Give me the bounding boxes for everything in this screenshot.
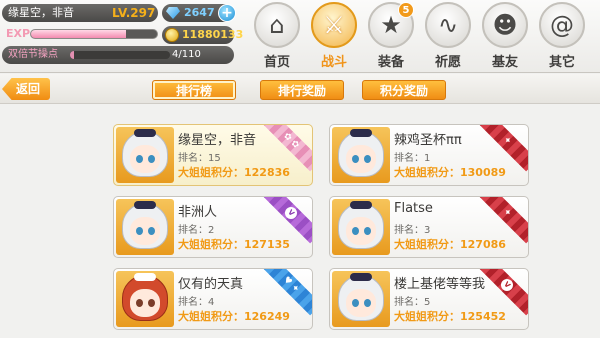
diamond-icon [166, 7, 180, 19]
tab-points-rewards[interactable]: 积分奖励 [362, 80, 446, 100]
nav-home-circle: ⌂ [254, 2, 300, 48]
gold-count: 11880133 [182, 28, 244, 41]
tab-leaderboard[interactable]: 排行榜 [152, 80, 236, 100]
nav-wish-circle: ∿ [425, 2, 471, 48]
player-name: Flatse [394, 201, 433, 216]
score-text: 大姐姐积分：125452 [394, 310, 506, 323]
nav-other-circle: @ [539, 2, 585, 48]
sub-toolbar: 返回 排行榜 排行奖励 积分奖励 [0, 74, 600, 104]
score-text: 大姐姐积分：122836 [178, 166, 290, 179]
score-text: 大姐姐积分：130089 [394, 166, 506, 179]
top-status-bar: 缘星空，非音 LV.297 2647 + EXP 11880133 双倍节操点 … [0, 0, 600, 73]
home-icon: ⌂ [269, 11, 285, 39]
avatar [116, 127, 174, 183]
wish-icon: ∿ [437, 11, 459, 39]
tab-rank-rewards[interactable]: 排行奖励 [260, 80, 344, 100]
double-points-bar-fill [70, 51, 74, 59]
exp-bar [30, 29, 158, 39]
gold-coin-icon [165, 28, 179, 42]
friend-icon: ☻ [492, 11, 518, 39]
double-points-count: 4/110 [172, 49, 201, 60]
rank-text: 排名：5 [394, 297, 431, 308]
avatar [116, 199, 174, 255]
rank-text: 排名：2 [178, 225, 215, 236]
nav-battle[interactable]: ⚔ 战斗 [309, 2, 359, 72]
avatar [332, 199, 390, 255]
ranking-card[interactable]: 楼上基佬等等我 排名：5 大姐姐积分：125452 V [329, 268, 529, 330]
vip-icon: V [282, 204, 300, 222]
score-text: 大姐姐积分：127135 [178, 238, 290, 251]
nav-equipment-circle: ★ 5 [368, 2, 414, 48]
nav-home[interactable]: ⌂ 首页 [252, 2, 302, 72]
avatar [332, 271, 390, 327]
ranking-card[interactable]: 非洲人 排名：2 大姐姐积分：127135 V [113, 196, 313, 258]
nav-friends-circle: ☻ [482, 2, 528, 48]
gem-count: 2647 [184, 6, 215, 19]
nav-home-label: 首页 [263, 55, 290, 70]
add-gems-button[interactable]: + [218, 4, 236, 22]
snail-icon: @ [550, 11, 574, 39]
nav-wish[interactable]: ∿ 祈愿 [423, 2, 473, 72]
rank-text: 排名：3 [394, 225, 431, 236]
rank-text: 排名：15 [178, 153, 221, 164]
nav-wish-label: 祈愿 [434, 55, 461, 70]
player-level: LV.297 [112, 6, 156, 20]
score-text: 大姐姐积分：127086 [394, 238, 506, 251]
nav-battle-label: 战斗 [320, 55, 347, 70]
player-name: 仅有的天真 [178, 277, 244, 292]
nav-battle-circle: ⚔ [311, 2, 357, 48]
vip-icon: V [498, 276, 516, 294]
double-points-label: 双倍节操点 [8, 49, 58, 60]
crossed-swords-icon: ⚔ [323, 11, 345, 39]
exp-bar-row: EXP [2, 26, 158, 42]
back-button[interactable]: 返回 [2, 78, 50, 100]
gold-counter: 11880133 [162, 26, 243, 44]
nav-friends[interactable]: ☻ 基友 [480, 2, 530, 72]
avatar [332, 127, 390, 183]
nav-equipment[interactable]: ★ 5 装备 [366, 2, 416, 72]
ranking-card[interactable]: Flatse 排名：3 大姐姐积分：127086 ✦ [329, 196, 529, 258]
player-name: 缘星空，非音 [178, 133, 257, 148]
rank-text: 排名：1 [394, 153, 431, 164]
exp-bar-fill [31, 30, 126, 38]
rank-text: 排名：4 [178, 297, 215, 308]
avatar [116, 271, 174, 327]
exp-label: EXP [6, 27, 31, 40]
ranking-card[interactable]: 仅有的天真 排名：4 大姐姐积分：126249 ♥ ✦ [113, 268, 313, 330]
double-points-row: 双倍节操点 4/110 [2, 46, 234, 64]
player-name: 非洲人 [178, 205, 218, 220]
score-text: 大姐姐积分：126249 [178, 310, 290, 323]
nav-friends-label: 基友 [491, 55, 518, 70]
nav-equipment-label: 装备 [377, 55, 404, 70]
double-points-bar [70, 51, 170, 59]
gem-counter: 2647 + [162, 4, 236, 22]
player-name: 辣鸡圣杯ππ [394, 133, 462, 148]
nav-other[interactable]: @ 其它 [537, 2, 587, 72]
nav-other-label: 其它 [548, 55, 575, 70]
equipment-badge: 5 [398, 2, 414, 18]
player-name: 楼上基佬等等我 [394, 277, 486, 292]
ranking-card[interactable]: 辣鸡圣杯ππ 排名：1 大姐姐积分：130089 ✦ [329, 124, 529, 186]
ranking-card-self[interactable]: 缘星空，非音 排名：15 大姐姐积分：122836 ✿ ✿ [113, 124, 313, 186]
main-nav: ⌂ 首页 ⚔ 战斗 ★ 5 装备 ∿ 祈愿 ☻ 基友 @ 其它 [250, 0, 600, 73]
